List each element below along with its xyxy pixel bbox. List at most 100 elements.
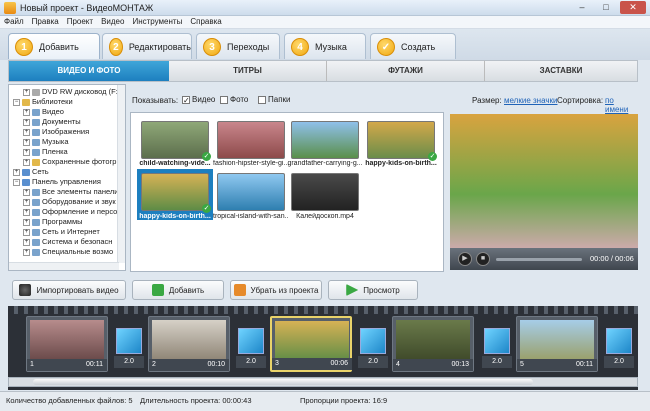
file-name: Калейдоскоп.mp4 <box>296 213 354 220</box>
tree-item[interactable]: + Специальные возмо <box>23 247 113 257</box>
tree-item[interactable]: + Все элементы панели <box>23 187 118 197</box>
step-edit[interactable]: 2 Редактировать <box>102 33 192 59</box>
transition[interactable]: 2.0 <box>114 328 144 370</box>
step-transitions[interactable]: 3 Переходы <box>196 33 280 59</box>
tree-horizontal-scrollbar[interactable] <box>9 262 119 270</box>
timeline-slide[interactable]: 2 00:10 <box>148 316 230 372</box>
programs-icon <box>32 218 40 226</box>
play-button[interactable]: ▶ <box>458 252 472 266</box>
tree-item[interactable]: + Оборудование и звук <box>23 197 116 207</box>
remove-from-project-button[interactable]: Убрать из проекта <box>230 280 322 300</box>
timeline-slide[interactable]: 5 00:11 <box>516 316 598 372</box>
files-count: Количество добавленных файлов: 5 <box>6 396 133 405</box>
file-thumbnail[interactable]: ✓ <box>141 121 211 161</box>
music-icon <box>32 138 40 146</box>
folder-icon <box>32 158 40 166</box>
transition[interactable]: 2.0 <box>604 328 634 370</box>
file-name: child-watching-vide... <box>139 160 211 167</box>
timeline-slide-selected[interactable]: 3 00:06 <box>270 316 352 372</box>
seek-slider[interactable] <box>496 258 582 261</box>
add-button[interactable]: Добавить <box>132 280 224 300</box>
project-ratio: Пропорции проекта: 16:9 <box>300 396 388 405</box>
step-label: Переходы <box>227 41 270 52</box>
player-controls: ▶ ■ 00:00 / 00:06 <box>450 248 638 270</box>
folders-checkbox[interactable]: Папки <box>258 95 291 104</box>
wizard-steps: 1 Добавить 2 Редактировать 3 Переходы 4 Музы… <box>0 29 650 60</box>
sort-dropdown[interactable]: по имени <box>605 96 638 114</box>
hardware-icon <box>32 198 40 206</box>
import-video-button[interactable]: Импортировать видео <box>12 280 126 300</box>
tree-item[interactable]: + Оформление и персо <box>23 207 117 217</box>
folder-tree: + DVD RW дисковод (F:) − Библиотеки + Видео… <box>8 84 126 271</box>
tree-item[interactable]: + Система и безопасн <box>23 237 112 247</box>
menu-file[interactable]: Файл <box>0 16 28 26</box>
documents-icon <box>32 118 40 126</box>
timeline-slide[interactable]: 1 00:11 <box>26 316 108 372</box>
film-strip <box>8 306 638 314</box>
file-name: happy-kids-on-birth... <box>137 213 213 220</box>
menu-edit[interactable]: Правка <box>28 16 63 26</box>
step-label: Создать <box>401 41 436 52</box>
menu-help[interactable]: Справка <box>186 16 225 26</box>
step-music[interactable]: 4 Музыка <box>284 33 366 59</box>
photo-checkbox[interactable]: Фото <box>220 95 248 104</box>
step-create[interactable]: ✓ Создать <box>370 33 456 59</box>
timeline-scrollbar[interactable] <box>8 377 638 387</box>
transition[interactable]: 2.0 <box>482 328 512 370</box>
menu-video[interactable]: Видео <box>97 16 128 26</box>
step-number-icon: 4 <box>291 37 309 56</box>
tree-item[interactable]: + DVD RW дисковод (F:) <box>23 87 120 97</box>
app-logo-icon <box>4 2 16 14</box>
control-panel-icon <box>22 178 30 186</box>
maximize-button[interactable]: □ <box>596 1 616 14</box>
step-add[interactable]: 1 Добавить <box>8 33 100 59</box>
tree-item[interactable]: + Изображения <box>23 127 89 137</box>
tree-vertical-scrollbar[interactable] <box>117 85 125 263</box>
file-thumbnail[interactable] <box>217 173 285 211</box>
window-title: Новый проект - ВидеоМОНТАЖ <box>20 3 154 13</box>
tree-item[interactable]: + Музыка <box>23 137 69 147</box>
tree-item[interactable]: + Программы <box>23 217 83 227</box>
title-bar: Новый проект - ВидеоМОНТАЖ – □ ✕ <box>0 0 650 16</box>
file-thumbnail[interactable] <box>291 173 359 211</box>
sort-label: Сортировка: <box>557 96 604 105</box>
menu-project[interactable]: Проект <box>63 16 97 26</box>
size-dropdown[interactable]: мелкие значки <box>504 96 558 105</box>
control-panel-icon <box>32 188 40 196</box>
images-icon <box>32 128 40 136</box>
tab-video-photo[interactable]: ВИДЕО И ФОТО <box>9 61 169 81</box>
minimize-button[interactable]: – <box>572 1 592 14</box>
tab-footages[interactable]: ФУТАЖИ <box>327 61 485 81</box>
menu-bar: Файл Правка Проект Видео Инструменты Справка <box>0 16 650 29</box>
security-icon <box>32 238 40 246</box>
file-name: happy-kids-on-birth... <box>365 160 437 167</box>
step-label: Добавить <box>39 41 79 52</box>
arrow-down-icon <box>151 284 164 296</box>
stop-button[interactable]: ■ <box>476 252 490 266</box>
tree-item[interactable]: + Сохраненные фотогр <box>23 157 116 167</box>
close-button[interactable]: ✕ <box>620 1 646 14</box>
tree-item[interactable]: − Библиотеки <box>13 97 73 107</box>
tree-item[interactable]: + Сеть и Интернет <box>23 227 100 237</box>
menu-tools[interactable]: Инструменты <box>128 16 186 26</box>
transition[interactable]: 2.0 <box>358 328 388 370</box>
timeline-slide[interactable]: 4 00:13 <box>392 316 474 372</box>
video-checkbox[interactable]: ✓ Видео <box>182 95 215 104</box>
file-thumbnail[interactable] <box>291 121 359 159</box>
tree-item[interactable]: + Сеть <box>13 167 49 177</box>
library-icon <box>22 98 30 106</box>
film-icon <box>32 148 40 156</box>
file-thumbnail-selected[interactable]: ✓ <box>139 171 211 213</box>
tab-intros[interactable]: ЗАСТАВКИ <box>485 61 637 81</box>
tree-item[interactable]: − Панель управления <box>13 177 101 187</box>
timeline-scroll-thumb[interactable] <box>33 379 533 385</box>
tree-item[interactable]: + Видео <box>23 107 64 117</box>
tree-item[interactable]: + Пленка <box>23 147 68 157</box>
transition[interactable]: 2.0 <box>236 328 266 370</box>
file-thumbnail[interactable]: ✓ <box>367 121 437 161</box>
tab-titles[interactable]: ТИТРЫ <box>169 61 327 81</box>
time-display: 00:00 / 00:06 <box>590 254 634 263</box>
preview-button[interactable]: Просмотр <box>328 280 418 300</box>
tree-item[interactable]: + Документы <box>23 117 81 127</box>
file-thumbnail[interactable] <box>217 121 285 159</box>
